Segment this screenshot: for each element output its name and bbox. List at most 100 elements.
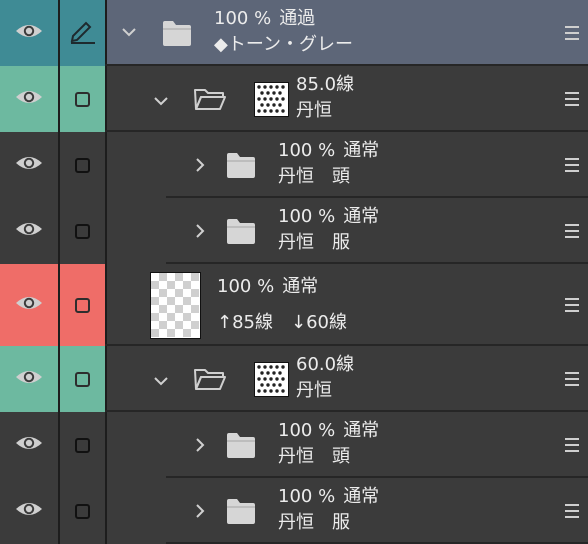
chevron-down-icon bbox=[121, 25, 137, 45]
folder-icon bbox=[226, 152, 256, 182]
layer-opacity-blend: 60.0線 bbox=[296, 352, 354, 378]
layer-name: 丹恒 頭 bbox=[278, 166, 350, 187]
layer-row[interactable]: 85.0線 丹恒 bbox=[0, 66, 588, 132]
layer-checkbox[interactable] bbox=[75, 223, 90, 239]
chevron-right-icon bbox=[193, 223, 209, 243]
eye-icon bbox=[14, 21, 44, 45]
visibility-toggle[interactable] bbox=[0, 66, 58, 132]
layer-menu-icon[interactable] bbox=[565, 158, 579, 172]
layer-checkbox[interactable] bbox=[75, 437, 90, 453]
layer-lock-toggle[interactable] bbox=[60, 264, 105, 346]
layer-opacity: 100 % bbox=[278, 486, 336, 507]
layer-opacity: 100 % bbox=[278, 140, 336, 161]
layer-opacity-blend: 100 % 通常 bbox=[217, 274, 318, 300]
layer-opacity-blend: 100 % 通常 bbox=[278, 484, 379, 510]
folder-icon bbox=[226, 432, 256, 462]
layer-checkbox[interactable] bbox=[75, 503, 90, 519]
pen-icon bbox=[69, 18, 97, 48]
tone-dots-icon bbox=[255, 363, 288, 396]
visibility-toggle[interactable] bbox=[0, 478, 58, 544]
layer-row[interactable]: 100 % 通常丹恒 頭 bbox=[0, 132, 588, 198]
open-folder-icon bbox=[193, 86, 227, 116]
layer-panel: 100 % 通過 ◆トーン・グレー 85.0線 丹恒 100 % 通常 丹恒 頭 100 % 通常… bbox=[0, 0, 588, 544]
layer-name: 丹恒 頭 bbox=[278, 446, 350, 467]
layer-row[interactable]: 100 % 通常 ↑85線 ↓60線 bbox=[0, 264, 588, 346]
layer-opacity-blend: 100 % 通過 bbox=[214, 6, 315, 32]
folder-icon bbox=[162, 20, 192, 50]
layer-opacity-blend: 100 % 通常 bbox=[278, 138, 379, 164]
layer-info[interactable]: 100 % 通常丹恒 頭 bbox=[107, 412, 588, 478]
layer-lock-toggle[interactable] bbox=[60, 198, 105, 264]
layer-info[interactable]: 100 % 通常 ↑85線 ↓60線 bbox=[105, 264, 588, 346]
layer-name: 丹恒 bbox=[296, 380, 332, 401]
layer-opacity-blend: 100 % 通常 bbox=[278, 204, 379, 230]
layer-menu-icon[interactable] bbox=[565, 298, 579, 312]
layer-menu-icon[interactable] bbox=[565, 438, 579, 452]
layer-row[interactable]: 100 % 通常丹恒 頭 bbox=[0, 412, 588, 478]
eye-icon bbox=[14, 367, 44, 391]
layer-thumbnail bbox=[150, 272, 201, 339]
layer-opacity: 60.0 bbox=[296, 354, 337, 375]
layer-opacity: 100 % bbox=[278, 420, 336, 441]
layer-checkbox[interactable] bbox=[75, 297, 90, 313]
layer-checkbox[interactable] bbox=[75, 371, 90, 387]
layer-menu-icon[interactable] bbox=[565, 504, 579, 518]
chevron-down-icon bbox=[153, 374, 169, 394]
layer-lock-toggle[interactable] bbox=[60, 478, 105, 544]
layer-opacity: 100 % bbox=[214, 8, 272, 29]
layer-blend-mode: 通常 bbox=[343, 486, 380, 507]
visibility-toggle[interactable] bbox=[0, 132, 58, 198]
layer-row[interactable]: 100 % 通常丹恒 服 bbox=[0, 478, 588, 544]
layer-checkbox[interactable] bbox=[75, 157, 90, 173]
open-folder-icon bbox=[193, 366, 227, 396]
eye-icon bbox=[14, 87, 44, 111]
layer-info[interactable]: 60.0線 丹恒 bbox=[105, 346, 588, 412]
layer-name: 丹恒 服 bbox=[278, 232, 350, 253]
layer-menu-icon[interactable] bbox=[565, 372, 579, 386]
layer-lock-toggle[interactable] bbox=[60, 412, 105, 478]
layer-opacity: 100 % bbox=[217, 276, 275, 297]
layer-checkbox[interactable] bbox=[75, 91, 90, 107]
layer-opacity: 100 % bbox=[278, 206, 336, 227]
layer-info[interactable]: 100 % 通常丹恒 服 bbox=[107, 478, 588, 544]
layer-lock-toggle[interactable] bbox=[60, 66, 105, 132]
layer-thumbnail bbox=[254, 82, 289, 117]
layer-name: 丹恒 bbox=[296, 100, 332, 121]
eye-icon bbox=[14, 433, 44, 457]
layer-opacity-blend: 85.0線 bbox=[296, 72, 354, 98]
layer-blend-mode: 通常 bbox=[343, 420, 380, 441]
eye-icon bbox=[14, 293, 44, 317]
layer-info[interactable]: 100 % 通過 ◆トーン・グレー bbox=[105, 0, 588, 66]
layer-menu-icon[interactable] bbox=[565, 26, 579, 40]
layer-blend-mode: 通常 bbox=[343, 140, 380, 161]
folder-icon bbox=[226, 498, 256, 528]
visibility-toggle[interactable] bbox=[0, 264, 58, 346]
visibility-toggle[interactable] bbox=[0, 0, 58, 66]
chevron-right-icon bbox=[193, 437, 209, 457]
visibility-toggle[interactable] bbox=[0, 412, 58, 478]
layer-lock-toggle[interactable] bbox=[60, 132, 105, 198]
eye-icon bbox=[14, 219, 44, 243]
visibility-toggle[interactable] bbox=[0, 198, 58, 264]
layer-blend-mode: 線 bbox=[336, 354, 355, 375]
layer-info[interactable]: 100 % 通常丹恒 頭 bbox=[107, 132, 588, 198]
layer-lock-toggle[interactable] bbox=[60, 0, 105, 66]
layer-info[interactable]: 85.0線 丹恒 bbox=[105, 66, 588, 132]
layer-blend-mode: 線 bbox=[336, 74, 355, 95]
chevron-right-icon bbox=[193, 503, 209, 523]
layer-row[interactable]: 60.0線 丹恒 bbox=[0, 346, 588, 412]
layer-lock-toggle[interactable] bbox=[60, 346, 105, 412]
eye-icon bbox=[14, 153, 44, 177]
layer-blend-mode: 通常 bbox=[343, 206, 380, 227]
layer-row[interactable]: 100 % 通常丹恒 服 bbox=[0, 198, 588, 264]
folder-icon bbox=[226, 218, 256, 248]
layer-menu-icon[interactable] bbox=[565, 92, 579, 106]
layer-info[interactable]: 100 % 通常丹恒 服 bbox=[107, 198, 588, 264]
layer-opacity: 85.0 bbox=[296, 74, 337, 95]
layer-row[interactable]: 100 % 通過 ◆トーン・グレー bbox=[0, 0, 588, 66]
layer-name: 丹恒 服 bbox=[278, 512, 350, 533]
chevron-right-icon bbox=[193, 157, 209, 177]
transparent-thumbnail-icon bbox=[151, 273, 200, 338]
visibility-toggle[interactable] bbox=[0, 346, 58, 412]
layer-menu-icon[interactable] bbox=[565, 224, 579, 238]
